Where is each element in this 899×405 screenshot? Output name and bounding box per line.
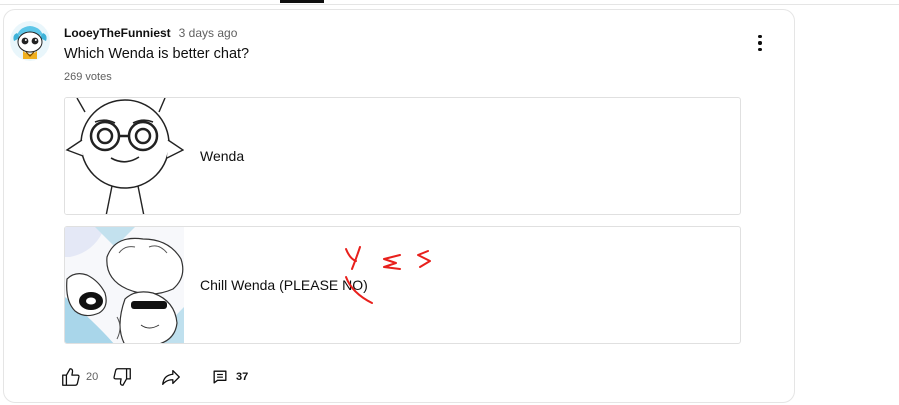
poll-option-image bbox=[65, 98, 184, 214]
avatar-image bbox=[10, 21, 50, 61]
menu-dot bbox=[758, 41, 762, 45]
poll-question: Which Wenda is better chat? bbox=[64, 46, 250, 62]
poll-option-chill-wenda[interactable]: Chill Wenda (PLEASE NO) bbox=[64, 226, 741, 344]
menu-dot bbox=[758, 34, 762, 39]
top-divider bbox=[0, 0, 899, 5]
poll-option-label: Chill Wenda (PLEASE NO) bbox=[200, 277, 368, 293]
wenda-thumbnail bbox=[65, 98, 184, 214]
like-button[interactable]: 20 bbox=[60, 366, 98, 388]
chill-wenda-thumbnail bbox=[65, 227, 184, 343]
comments-button[interactable]: 37 bbox=[210, 366, 248, 388]
vote-count: 269 votes bbox=[64, 71, 112, 83]
comment-icon bbox=[213, 370, 227, 384]
active-tab-indicator bbox=[280, 0, 324, 3]
poll-option-label: Wenda bbox=[200, 148, 245, 164]
like-count: 20 bbox=[86, 371, 99, 383]
share-button[interactable] bbox=[160, 366, 182, 388]
more-vert-icon[interactable] bbox=[749, 33, 771, 53]
poll-option-wenda[interactable]: Wenda bbox=[64, 97, 741, 215]
dislike-button[interactable] bbox=[111, 366, 133, 388]
author-name[interactable]: LooeyTheFunniest bbox=[64, 26, 171, 40]
poll-option-image bbox=[65, 227, 184, 343]
thumbs-down-icon bbox=[113, 368, 131, 386]
post-header: LooeyTheFunniest 3 days ago bbox=[64, 25, 237, 41]
share-icon bbox=[162, 369, 180, 385]
thumbs-up-icon bbox=[62, 368, 80, 386]
post-timestamp[interactable]: 3 days ago bbox=[179, 26, 238, 40]
author-avatar[interactable] bbox=[10, 21, 50, 61]
menu-dot bbox=[758, 47, 762, 52]
comment-count: 37 bbox=[236, 371, 249, 383]
